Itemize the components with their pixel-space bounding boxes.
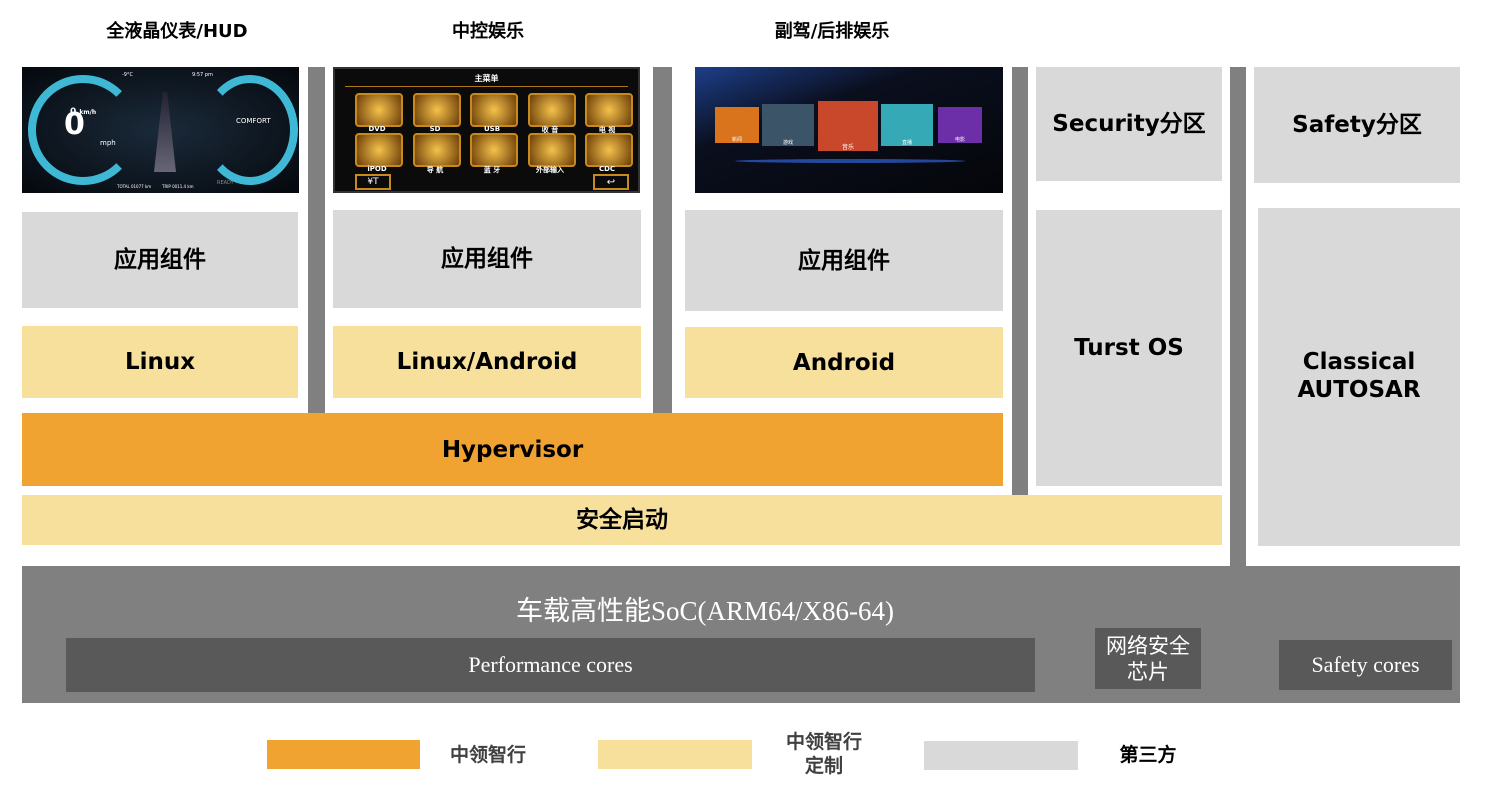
os-infotainment: Linux/Android bbox=[333, 326, 641, 398]
rear-entertainment-screenshot: 新闻 游戏 音乐 直播 电影 bbox=[695, 67, 1003, 193]
column-title-rear: 副驾/后排娱乐 bbox=[774, 21, 890, 42]
hypervisor: Hypervisor bbox=[22, 413, 1003, 486]
app-components-cluster: 应用组件 bbox=[22, 212, 298, 308]
back-icon: ↩ bbox=[593, 174, 629, 190]
app-components-infotainment: 应用组件 bbox=[333, 210, 641, 308]
app-components-rear: 应用组件 bbox=[685, 210, 1003, 311]
legend-label-third-party: 第三方 bbox=[1119, 743, 1177, 766]
performance-cores: Performance cores bbox=[66, 638, 1035, 692]
legend-label-own: 中领智行 bbox=[449, 743, 526, 766]
network-security-chip: 网络安全 芯片 bbox=[1095, 628, 1201, 689]
secure-boot: 安全启动 bbox=[22, 495, 1222, 545]
safety-cores: Safety cores bbox=[1279, 640, 1452, 690]
divider bbox=[1230, 67, 1246, 566]
column-title-infotainment: 中控娱乐 bbox=[452, 21, 524, 42]
os-cluster: Linux bbox=[22, 326, 298, 398]
divider bbox=[653, 67, 672, 413]
legend-swatch-third-party bbox=[924, 741, 1078, 770]
legend-swatch-own bbox=[267, 740, 420, 769]
infotainment-menu-screenshot: 主菜单 DVD SD USB 收 音 电 视 iPOD 导 航 蓝 牙 外部输入… bbox=[333, 67, 640, 193]
divider bbox=[1012, 67, 1028, 495]
divider bbox=[308, 67, 325, 413]
settings-icon: ¥T bbox=[355, 174, 391, 190]
legend-swatch-custom bbox=[598, 740, 752, 769]
safety-partition: Safety分区 bbox=[1254, 67, 1460, 183]
trust-os: Turst OS bbox=[1036, 210, 1222, 486]
soc-title: 车载高性能SoC(ARM64/X86-64) bbox=[516, 595, 895, 626]
cluster-screenshot: 0 0 km/h mph COMFORT -9°C 9:57 pm TOTAL … bbox=[22, 67, 299, 193]
legend-label-custom: 中领智行 定制 bbox=[785, 731, 862, 777]
classical-autosar: Classical AUTOSAR bbox=[1258, 208, 1460, 546]
soc: 车载高性能SoC(ARM64/X86-64) Performance cores… bbox=[22, 566, 1460, 703]
os-rear: Android bbox=[685, 327, 1003, 398]
column-title-cluster: 全液晶仪表/HUD bbox=[106, 21, 248, 42]
security-partition: Security分区 bbox=[1036, 67, 1222, 181]
